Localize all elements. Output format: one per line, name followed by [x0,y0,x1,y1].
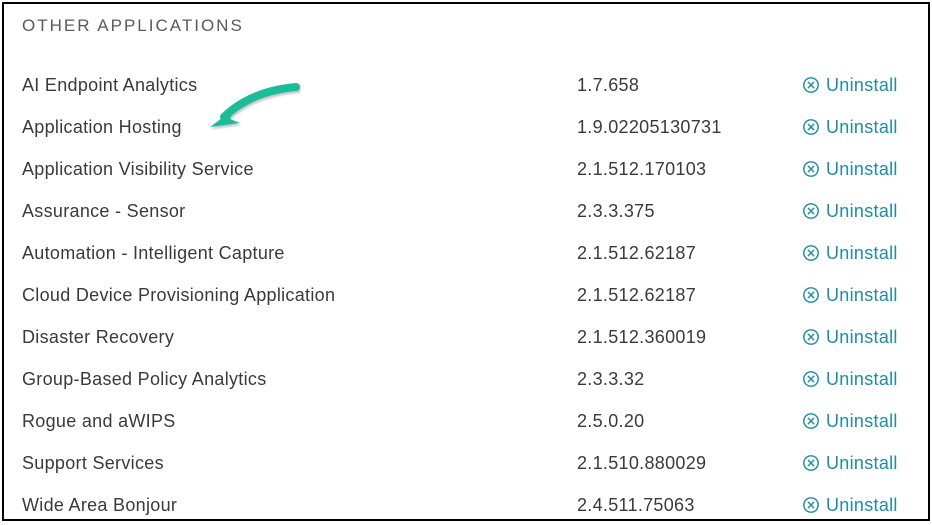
uninstall-button[interactable]: Uninstall [802,369,898,390]
table-row: Support Services2.1.510.880029 Uninstall [22,442,910,484]
table-row: Cloud Device Provisioning Application2.1… [22,274,910,316]
app-name: AI Endpoint Analytics [22,75,577,96]
app-version: 2.1.512.62187 [577,285,802,306]
app-name: Automation - Intelligent Capture [22,243,577,264]
close-circle-icon [802,454,820,472]
app-name: Support Services [22,453,577,474]
close-circle-icon [802,118,820,136]
app-name: Rogue and aWIPS [22,411,577,432]
uninstall-button[interactable]: Uninstall [802,495,898,516]
uninstall-button[interactable]: Uninstall [802,453,898,474]
table-row: Disaster Recovery2.1.512.360019 Uninstall [22,316,910,358]
applications-panel: OTHER APPLICATIONS AI Endpoint Analytics… [2,2,930,521]
applications-list: AI Endpoint Analytics1.7.658UninstallApp… [22,64,910,521]
app-version: 2.1.512.170103 [577,159,802,180]
app-name: Disaster Recovery [22,327,577,348]
uninstall-label: Uninstall [826,159,898,180]
table-row: Application Hosting1.9.02205130731 Uninst… [22,106,910,148]
uninstall-button[interactable]: Uninstall [802,75,898,96]
uninstall-label: Uninstall [826,75,898,96]
uninstall-label: Uninstall [826,495,898,516]
app-version: 2.5.0.20 [577,411,802,432]
uninstall-button[interactable]: Uninstall [802,411,898,432]
table-row: Rogue and aWIPS2.5.0.20 Uninstall [22,400,910,442]
close-circle-icon [802,244,820,262]
app-version: 2.1.512.360019 [577,327,802,348]
app-version: 1.9.02205130731 [577,117,802,138]
close-circle-icon [802,370,820,388]
uninstall-button[interactable]: Uninstall [802,159,898,180]
uninstall-button[interactable]: Uninstall [802,285,898,306]
app-version: 2.3.3.375 [577,201,802,222]
app-name: Group-Based Policy Analytics [22,369,577,390]
table-row: Assurance - Sensor2.3.3.375 Uninstall [22,190,910,232]
uninstall-button[interactable]: Uninstall [802,117,898,138]
uninstall-button[interactable]: Uninstall [802,327,898,348]
app-version: 2.3.3.32 [577,369,802,390]
table-row: Wide Area Bonjour2.4.511.75063 Uninstall [22,484,910,521]
uninstall-label: Uninstall [826,243,898,264]
close-circle-icon [802,328,820,346]
app-name: Cloud Device Provisioning Application [22,285,577,306]
close-circle-icon [802,76,820,94]
table-row: Group-Based Policy Analytics2.3.3.32 Unin… [22,358,910,400]
uninstall-label: Uninstall [826,285,898,306]
app-version: 2.1.510.880029 [577,453,802,474]
app-name: Application Visibility Service [22,159,577,180]
uninstall-label: Uninstall [826,327,898,348]
uninstall-label: Uninstall [826,201,898,222]
app-version: 2.4.511.75063 [577,495,802,516]
section-title: OTHER APPLICATIONS [22,16,910,36]
close-circle-icon [802,160,820,178]
close-circle-icon [802,202,820,220]
app-version: 1.7.658 [577,75,802,96]
app-name: Assurance - Sensor [22,201,577,222]
close-circle-icon [802,286,820,304]
table-row: Automation - Intelligent Capture2.1.512.… [22,232,910,274]
uninstall-button[interactable]: Uninstall [802,201,898,222]
app-version: 2.1.512.62187 [577,243,802,264]
table-row: Application Visibility Service2.1.512.17… [22,148,910,190]
app-name: Wide Area Bonjour [22,495,577,516]
uninstall-label: Uninstall [826,117,898,138]
uninstall-label: Uninstall [826,453,898,474]
uninstall-label: Uninstall [826,411,898,432]
table-row: AI Endpoint Analytics1.7.658 Uninstall [22,64,910,106]
close-circle-icon [802,412,820,430]
uninstall-label: Uninstall [826,369,898,390]
uninstall-button[interactable]: Uninstall [802,243,898,264]
close-circle-icon [802,496,820,514]
app-name: Application Hosting [22,117,577,138]
